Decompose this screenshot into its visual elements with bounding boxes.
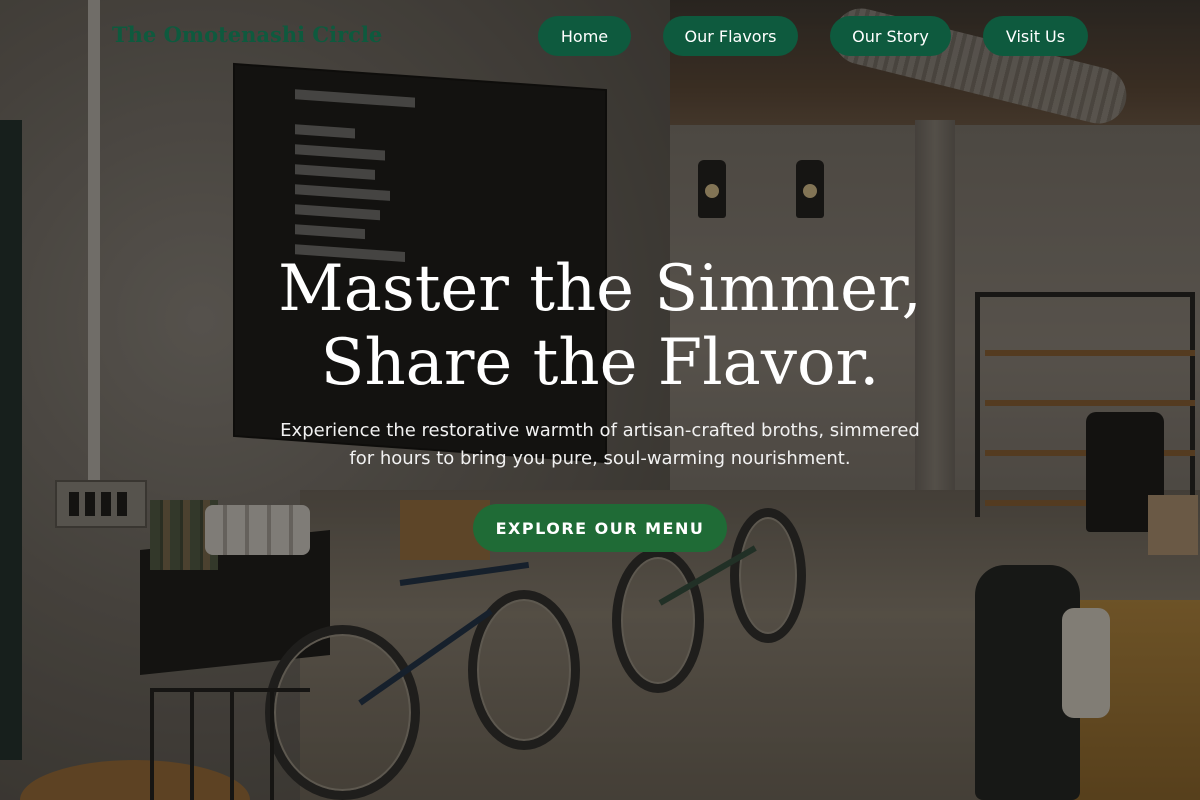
nav-our-flavors-button[interactable]: Our Flavors (663, 16, 798, 56)
hero-background-photo (0, 0, 1200, 800)
explore-menu-button[interactable]: EXPLORE OUR MENU (473, 504, 727, 552)
nav-visit-us-button[interactable]: Visit Us (983, 16, 1088, 56)
hero-subtitle-line-2: for hours to bring you pure, soul-warmin… (349, 448, 851, 469)
brand-logo[interactable]: The Omotenashi Circle (112, 22, 382, 47)
nav-home-button[interactable]: Home (538, 16, 631, 56)
hero-title-line-2: Share the Flavor. (320, 326, 880, 400)
hero-subtitle-line-1: Experience the restorative warmth of art… (280, 420, 920, 441)
dark-overlay (0, 0, 1200, 800)
nav-our-story-button[interactable]: Our Story (830, 16, 951, 56)
hero-title-line-1: Master the Simmer, (278, 252, 922, 326)
